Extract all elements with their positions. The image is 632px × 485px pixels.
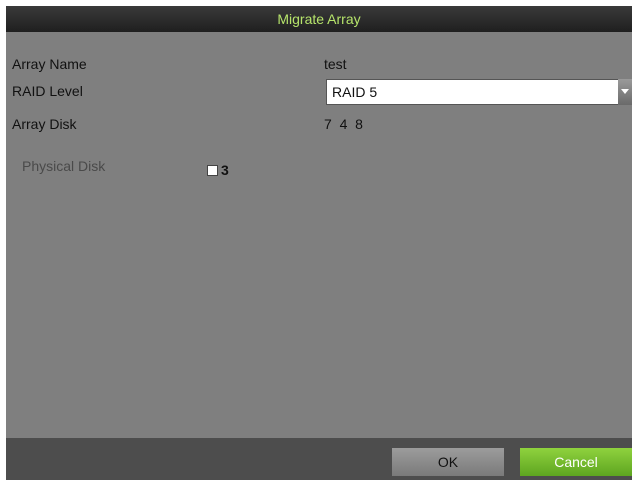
array-name-value: test: [324, 56, 347, 72]
raid-level-select[interactable]: RAID 5: [326, 79, 632, 105]
raid-level-selected-value: RAID 5: [332, 84, 378, 100]
physical-disk-checkbox[interactable]: [207, 164, 218, 176]
array-name-label: Array Name: [12, 56, 87, 72]
array-disk-value: 7 4 8: [324, 116, 363, 132]
dialog-footer: OK Cancel: [6, 438, 632, 480]
physical-disk-label: Physical Disk: [22, 158, 106, 174]
raid-level-label: RAID Level: [12, 83, 83, 99]
array-disk-label: Array Disk: [12, 116, 77, 132]
migrate-array-dialog: Migrate Array Array Name test RAID Level…: [6, 6, 632, 480]
chevron-down-icon[interactable]: [618, 79, 632, 105]
cancel-button[interactable]: Cancel: [520, 448, 632, 476]
ok-button[interactable]: OK: [392, 448, 504, 476]
physical-disk-option-label: 3: [221, 162, 229, 178]
physical-disk-option-3[interactable]: 3: [207, 162, 229, 178]
dialog-title: Migrate Array: [6, 6, 632, 32]
